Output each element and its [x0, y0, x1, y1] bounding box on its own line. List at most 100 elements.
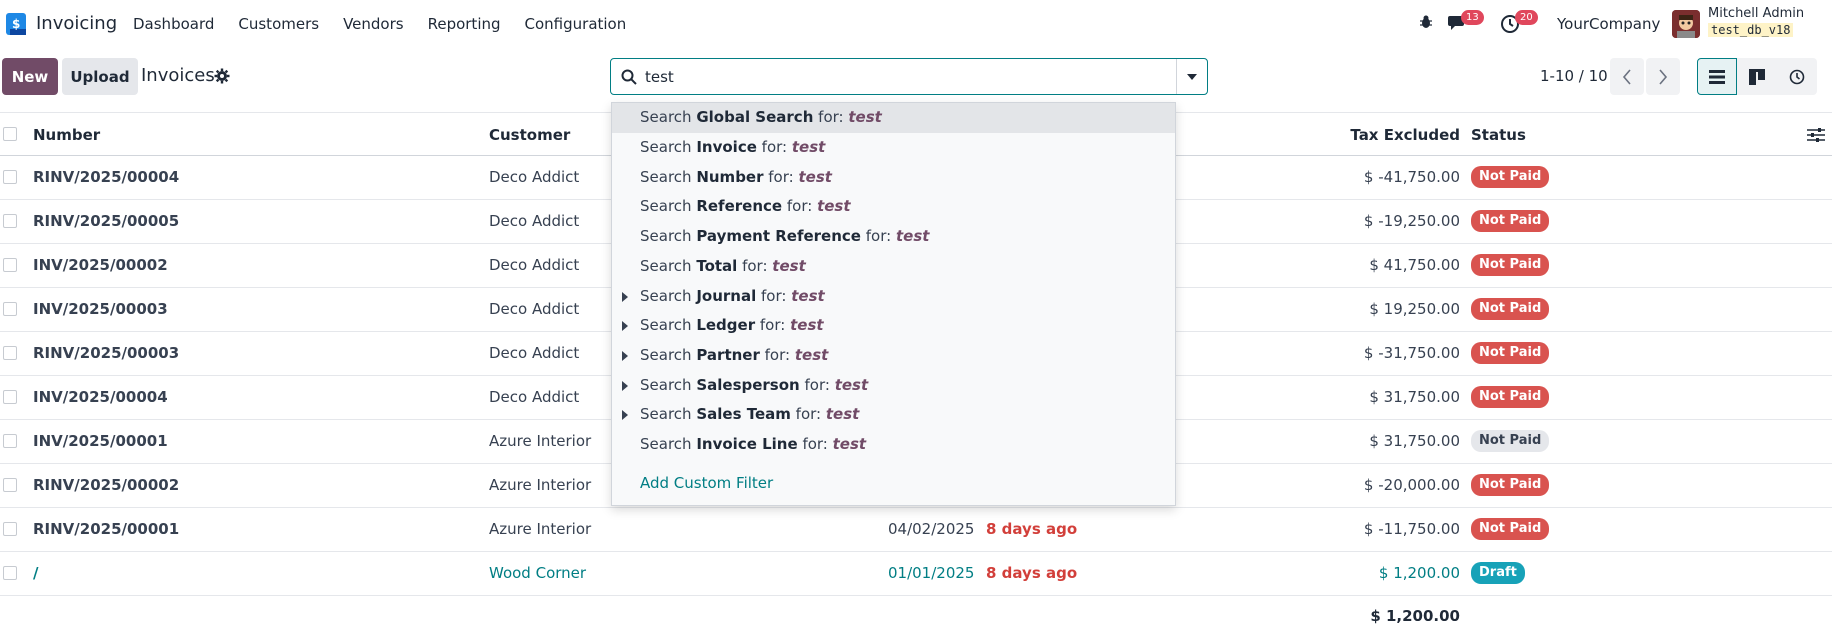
due-date: 8 days ago: [986, 564, 1078, 582]
new-button[interactable]: New: [2, 58, 58, 95]
table-row[interactable]: / Wood Corner 01/01/2025 8 days ago $ 1,…: [0, 552, 1832, 596]
row-checkbox[interactable]: [3, 390, 17, 404]
invoice-number: INV/2025/00002: [33, 256, 168, 274]
svg-text:$: $: [12, 17, 20, 31]
company-switcher[interactable]: YourCompany: [1557, 15, 1660, 33]
debug-bug-icon[interactable]: [1418, 14, 1434, 30]
search-input[interactable]: [645, 65, 1165, 89]
column-header-status[interactable]: Status: [1471, 126, 1526, 144]
row-checkbox[interactable]: [3, 522, 17, 536]
search-option-partner[interactable]: Search Partner for: test: [612, 341, 1175, 371]
optional-columns-icon[interactable]: [1807, 127, 1825, 143]
list-view-icon: [1709, 69, 1725, 84]
table-row[interactable]: RINV/2025/00001 Azure Interior 04/02/202…: [0, 508, 1832, 552]
caret-right-icon[interactable]: [622, 321, 628, 331]
search-option-invoice-line[interactable]: Search Invoice Line for: test: [612, 430, 1175, 460]
chevron-right-icon: [1659, 68, 1668, 85]
tax-excluded-amount: $ -20,000.00: [1363, 476, 1460, 494]
invoice-number: INV/2025/00001: [33, 432, 168, 450]
menu-dashboard[interactable]: Dashboard: [133, 15, 214, 33]
pager-next-button[interactable]: [1646, 58, 1680, 95]
status-badge: Not Paid: [1471, 386, 1550, 408]
tax-excluded-amount: $ 41,750.00: [1369, 256, 1460, 274]
status-badge: Not Paid: [1471, 518, 1550, 540]
status-badge: Not Paid: [1471, 474, 1550, 496]
menu-customers[interactable]: Customers: [238, 15, 319, 33]
add-custom-filter-link[interactable]: Add Custom Filter: [640, 474, 773, 492]
search-option-ledger[interactable]: Search Ledger for: test: [612, 311, 1175, 341]
customer-name: Deco Addict: [489, 344, 580, 362]
user-avatar[interactable]: [1672, 10, 1700, 38]
search-autocomplete-dropdown: Search Global Search for: test Search In…: [611, 102, 1176, 506]
search-option-payment-reference[interactable]: Search Payment Reference for: test: [612, 222, 1175, 252]
activity-badge: 20: [1515, 10, 1538, 25]
tax-excluded-amount: $ 1,200.00: [1378, 564, 1460, 582]
invoice-number: /: [33, 564, 39, 582]
tax-excluded-amount: $ -41,750.00: [1363, 168, 1460, 186]
search-option-journal[interactable]: Search Journal for: test: [612, 282, 1175, 312]
menu-configuration[interactable]: Configuration: [525, 15, 627, 33]
clock-icon: [1789, 69, 1805, 84]
tax-excluded-amount: $ 31,750.00: [1369, 432, 1460, 450]
customer-name: Azure Interior: [489, 476, 592, 494]
row-checkbox[interactable]: [3, 434, 17, 448]
search-option-reference[interactable]: Search Reference for: test: [612, 192, 1175, 222]
search-option-sales-team[interactable]: Search Sales Team for: test: [612, 400, 1175, 430]
caret-right-icon[interactable]: [622, 292, 628, 302]
row-checkbox[interactable]: [3, 566, 17, 580]
search-option-invoice[interactable]: Search Invoice for: test: [612, 133, 1175, 163]
caret-right-icon[interactable]: [622, 410, 628, 420]
activity-view-button[interactable]: [1777, 58, 1817, 95]
row-checkbox[interactable]: [3, 214, 17, 228]
column-header-customer[interactable]: Customer: [489, 126, 570, 144]
due-date: 8 days ago: [986, 520, 1078, 538]
row-checkbox[interactable]: [3, 302, 17, 316]
app-name[interactable]: Invoicing: [36, 13, 117, 34]
row-checkbox[interactable]: [3, 346, 17, 360]
search-option-global-search[interactable]: Search Global Search for: test: [612, 103, 1175, 133]
customer-name: Deco Addict: [489, 256, 580, 274]
invoice-number: INV/2025/00004: [33, 388, 168, 406]
menu-reporting[interactable]: Reporting: [428, 15, 501, 33]
pager-previous-button[interactable]: [1610, 58, 1644, 95]
customer-name: Deco Addict: [489, 168, 580, 186]
search-bar: [610, 58, 1208, 95]
status-badge: Not Paid: [1471, 166, 1550, 188]
tax-excluded-amount: $ -19,250.00: [1363, 212, 1460, 230]
column-header-number[interactable]: Number: [33, 126, 100, 144]
status-badge: Not Paid: [1471, 298, 1550, 320]
row-checkbox[interactable]: [3, 170, 17, 184]
customer-name: Azure Interior: [489, 520, 592, 538]
customer-name: Deco Addict: [489, 300, 580, 318]
search-option-salesperson[interactable]: Search Salesperson for: test: [612, 371, 1175, 401]
status-badge: Draft: [1471, 562, 1525, 584]
tax-excluded-amount: $ 31,750.00: [1369, 388, 1460, 406]
status-badge: Not Paid: [1471, 430, 1550, 452]
caret-right-icon[interactable]: [622, 381, 628, 391]
search-option-number[interactable]: Search Number for: test: [612, 163, 1175, 193]
invoice-date: 04/02/2025: [888, 520, 975, 538]
search-options-toggle[interactable]: [1176, 59, 1207, 94]
row-checkbox[interactable]: [3, 478, 17, 492]
invoice-number: RINV/2025/00003: [33, 344, 180, 362]
pager-value[interactable]: 1-10 / 10: [1540, 67, 1608, 85]
gear-icon[interactable]: [214, 68, 230, 84]
row-checkbox[interactable]: [3, 258, 17, 272]
invoicing-app-icon[interactable]: $: [6, 13, 26, 35]
caret-right-icon[interactable]: [622, 351, 628, 361]
column-header-tax-excluded[interactable]: Tax Excluded: [1350, 126, 1460, 144]
menu-vendors[interactable]: Vendors: [343, 15, 404, 33]
customer-name: Azure Interior: [489, 432, 592, 450]
kanban-view-button[interactable]: [1737, 58, 1777, 95]
tax-excluded-amount: $ -31,750.00: [1363, 344, 1460, 362]
chevron-left-icon: [1622, 68, 1631, 85]
database-name: test_db_v18: [1708, 23, 1794, 37]
select-all-checkbox[interactable]: [3, 127, 17, 141]
kanban-view-icon: [1749, 68, 1765, 85]
list-view-button[interactable]: [1697, 58, 1737, 95]
search-option-total[interactable]: Search Total for: test: [612, 252, 1175, 282]
customer-name: Deco Addict: [489, 212, 580, 230]
user-name[interactable]: Mitchell Admin: [1708, 6, 1804, 21]
invoice-number: RINV/2025/00001: [33, 520, 180, 538]
upload-button[interactable]: Upload: [62, 58, 138, 95]
